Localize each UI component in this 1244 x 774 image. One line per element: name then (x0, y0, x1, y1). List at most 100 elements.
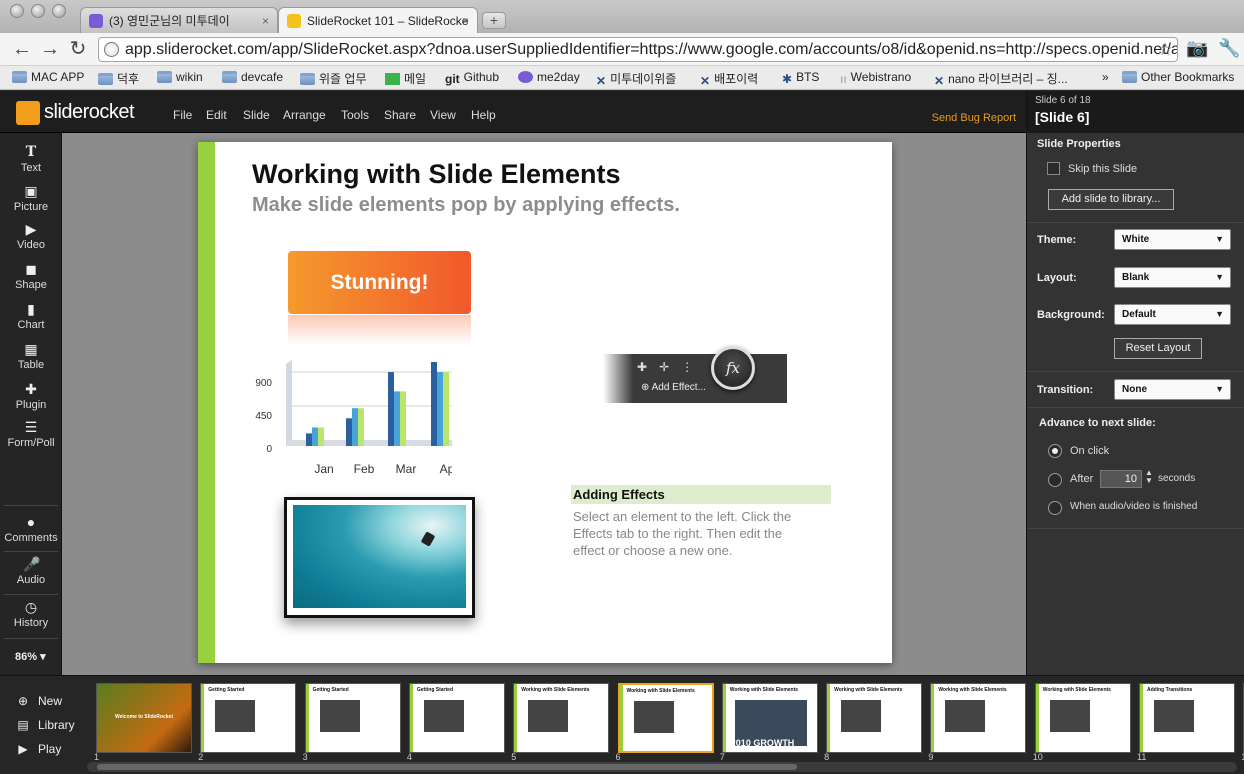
browser-tab[interactable]: (3) 영민군님의 미투데이 × (80, 7, 278, 33)
tool-history[interactable]: ◷ History (0, 599, 62, 629)
library-button[interactable]: ▤ Library (16, 718, 74, 732)
theme-select[interactable]: White ▼ (1114, 229, 1231, 250)
bookmark-item[interactable]: ✱ BTS (782, 70, 819, 86)
bookmark-item[interactable]: git Github (445, 70, 499, 86)
menu-share[interactable]: Share (384, 108, 416, 122)
bookmark-item[interactable]: me2day (518, 70, 580, 84)
thumb-number: 8 (824, 752, 830, 762)
menu-help[interactable]: Help (471, 108, 496, 122)
forward-arrow-icon[interactable]: → (38, 37, 62, 61)
bookmark-item[interactable]: wikin (157, 70, 203, 84)
tool-form-poll[interactable]: ☰ Form/Poll (0, 419, 62, 449)
menu-arrange[interactable]: Arrange (283, 108, 326, 122)
close-tab-icon[interactable]: × (262, 8, 269, 33)
slide-thumbnail[interactable]: Working with Slide Elements (930, 683, 1027, 753)
menu-file[interactable]: File (173, 108, 192, 122)
slide-thumbnail[interactable]: Getting Started (304, 683, 401, 753)
bookmark-item[interactable]: 메일 (385, 70, 426, 87)
bookmark-item[interactable]: 위즐 업무 (300, 70, 367, 87)
slide-name[interactable]: [Slide 6] (1035, 109, 1089, 125)
browser-tab-active[interactable]: SlideRocket 101 – SlideRocke × (278, 7, 478, 33)
advance-when-finished-radio[interactable] (1048, 501, 1062, 515)
filmstrip-scrollbar[interactable] (87, 762, 1237, 772)
tool-table[interactable]: ▦ Table (0, 341, 62, 371)
chart-icon: ▮ (27, 301, 35, 317)
tool-chart[interactable]: ▮ Chart (0, 301, 62, 331)
slide[interactable]: Working with Slide Elements Make slide e… (198, 142, 892, 663)
adding-effects-body[interactable]: Select an element to the left. Click the… (573, 508, 813, 559)
tool-comments[interactable]: ● Comments (0, 514, 62, 544)
slide-thumbnail[interactable]: Adding Transitions (1139, 683, 1235, 753)
back-arrow-icon[interactable]: ← (10, 37, 34, 61)
reload-icon[interactable]: ↻ (66, 37, 90, 61)
bookmark-item[interactable]: 덕후 (98, 70, 139, 87)
divider (4, 638, 58, 639)
zoom-window-button[interactable] (52, 4, 66, 18)
folder-icon (98, 73, 113, 85)
new-slide-button[interactable]: ⊕ New (16, 694, 62, 708)
new-tab-button[interactable]: + (482, 12, 506, 29)
thumb-title: Getting Started (312, 687, 349, 693)
menu-slide[interactable]: Slide (243, 108, 270, 122)
slide-subtitle[interactable]: Make slide elements pop by applying effe… (252, 194, 680, 217)
tool-shape[interactable]: ◼ Shape (0, 261, 62, 291)
slide-thumbnail[interactable]: Getting Started (408, 683, 505, 753)
reset-layout-button[interactable]: Reset Layout (1114, 338, 1202, 359)
slide-thumbnail[interactable]: Welcome to SlideRocket (96, 683, 192, 753)
divider (1027, 371, 1244, 372)
layout-select[interactable]: Blank ▼ (1114, 267, 1231, 288)
folder-icon (157, 71, 172, 83)
slide-thumbnail[interactable]: Working with Slide Elements (617, 683, 714, 753)
slide-title[interactable]: Working with Slide Elements (252, 159, 621, 190)
skip-slide-checkbox[interactable] (1047, 162, 1060, 175)
bookmark-item[interactable]: ✕ nano 라이브러리 – 징... (934, 70, 1068, 88)
bookmark-item[interactable]: ✕ 배포이력 (700, 70, 758, 88)
advance-on-click-radio[interactable] (1048, 444, 1062, 458)
framed-photo-element[interactable] (284, 497, 475, 618)
fade-gradient (603, 354, 633, 403)
menu-view[interactable]: View (430, 108, 456, 122)
zoom-dropdown[interactable]: 86% ▾ (15, 650, 46, 663)
wrench-icon[interactable]: 🔧 (1218, 38, 1240, 59)
other-bookmarks[interactable]: Other Bookmarks (1122, 70, 1234, 84)
slide-thumbnail[interactable]: 2010 GROWTH Working with Slide Elements (721, 683, 818, 753)
slide-thumbnail[interactable]: Working with Slide Elements (826, 683, 923, 753)
send-bug-report-link[interactable]: Send Bug Report (932, 112, 1016, 124)
menu-tools[interactable]: Tools (341, 108, 369, 122)
effects-toolbar-screenshot[interactable]: ✚ ✛ ⋮ ⊕ Add Effect... fx (603, 346, 787, 403)
advance-after-radio[interactable] (1048, 473, 1062, 487)
play-button[interactable]: ▶ Play (16, 742, 61, 756)
stunning-button-element[interactable]: Stunning! (288, 251, 471, 314)
tool-video[interactable]: ▶ Video (0, 221, 62, 251)
bookmark-item[interactable]: devcafe (222, 70, 283, 84)
slide-thumbnail[interactable]: Working with Slide Elements (1034, 683, 1131, 753)
chevron-down-icon: ▼ (1215, 309, 1224, 319)
thumb-title: Getting Started (416, 687, 454, 693)
minimize-window-button[interactable] (31, 4, 45, 18)
tool-text[interactable]: T Text (0, 144, 62, 174)
bookmark-item[interactable]: ıı Webistrano (840, 70, 911, 86)
close-tab-icon[interactable]: × (462, 8, 469, 33)
camera-extension-icon[interactable]: 📷 (1186, 38, 1208, 59)
stepper-arrows-icon[interactable]: ▲ ▼ (1145, 469, 1153, 485)
address-bar[interactable]: app.sliderocket.com/app/SlideRocket.aspx… (98, 37, 1178, 62)
adding-effects-heading[interactable]: Adding Effects (571, 485, 831, 504)
slide-thumbnail[interactable]: Getting Started (200, 683, 297, 753)
tool-picture[interactable]: ▣ Picture (0, 183, 62, 213)
tool-audio[interactable]: 🎤 Audio (0, 556, 62, 586)
close-window-button[interactable] (10, 4, 24, 18)
add-to-library-button[interactable]: Add slide to library... (1048, 189, 1174, 210)
scrollbar-thumb[interactable] (97, 764, 797, 770)
bookmarks-overflow-chevron-icon[interactable]: » (1102, 70, 1109, 84)
bookmark-item[interactable]: MAC APP (12, 70, 84, 84)
menu-edit[interactable]: Edit (206, 108, 227, 122)
transition-select[interactable]: None ▼ (1114, 379, 1231, 400)
add-effect-text: Add Effect... (651, 382, 706, 393)
background-select[interactable]: Default ▼ (1114, 304, 1231, 325)
tool-plugin[interactable]: ✚ Plugin (0, 381, 62, 411)
bookmark-item[interactable]: ✕ 미투데이위즐 (596, 70, 676, 88)
bookmark-star-icon[interactable]: ☆ (1158, 38, 1173, 61)
seconds-stepper[interactable]: 10 (1100, 470, 1142, 488)
bar-chart-element[interactable]: 900 450 0 Jan Feb Mar Apr (252, 360, 452, 480)
slide-thumbnail[interactable]: Working with Slide Elements (513, 683, 610, 753)
